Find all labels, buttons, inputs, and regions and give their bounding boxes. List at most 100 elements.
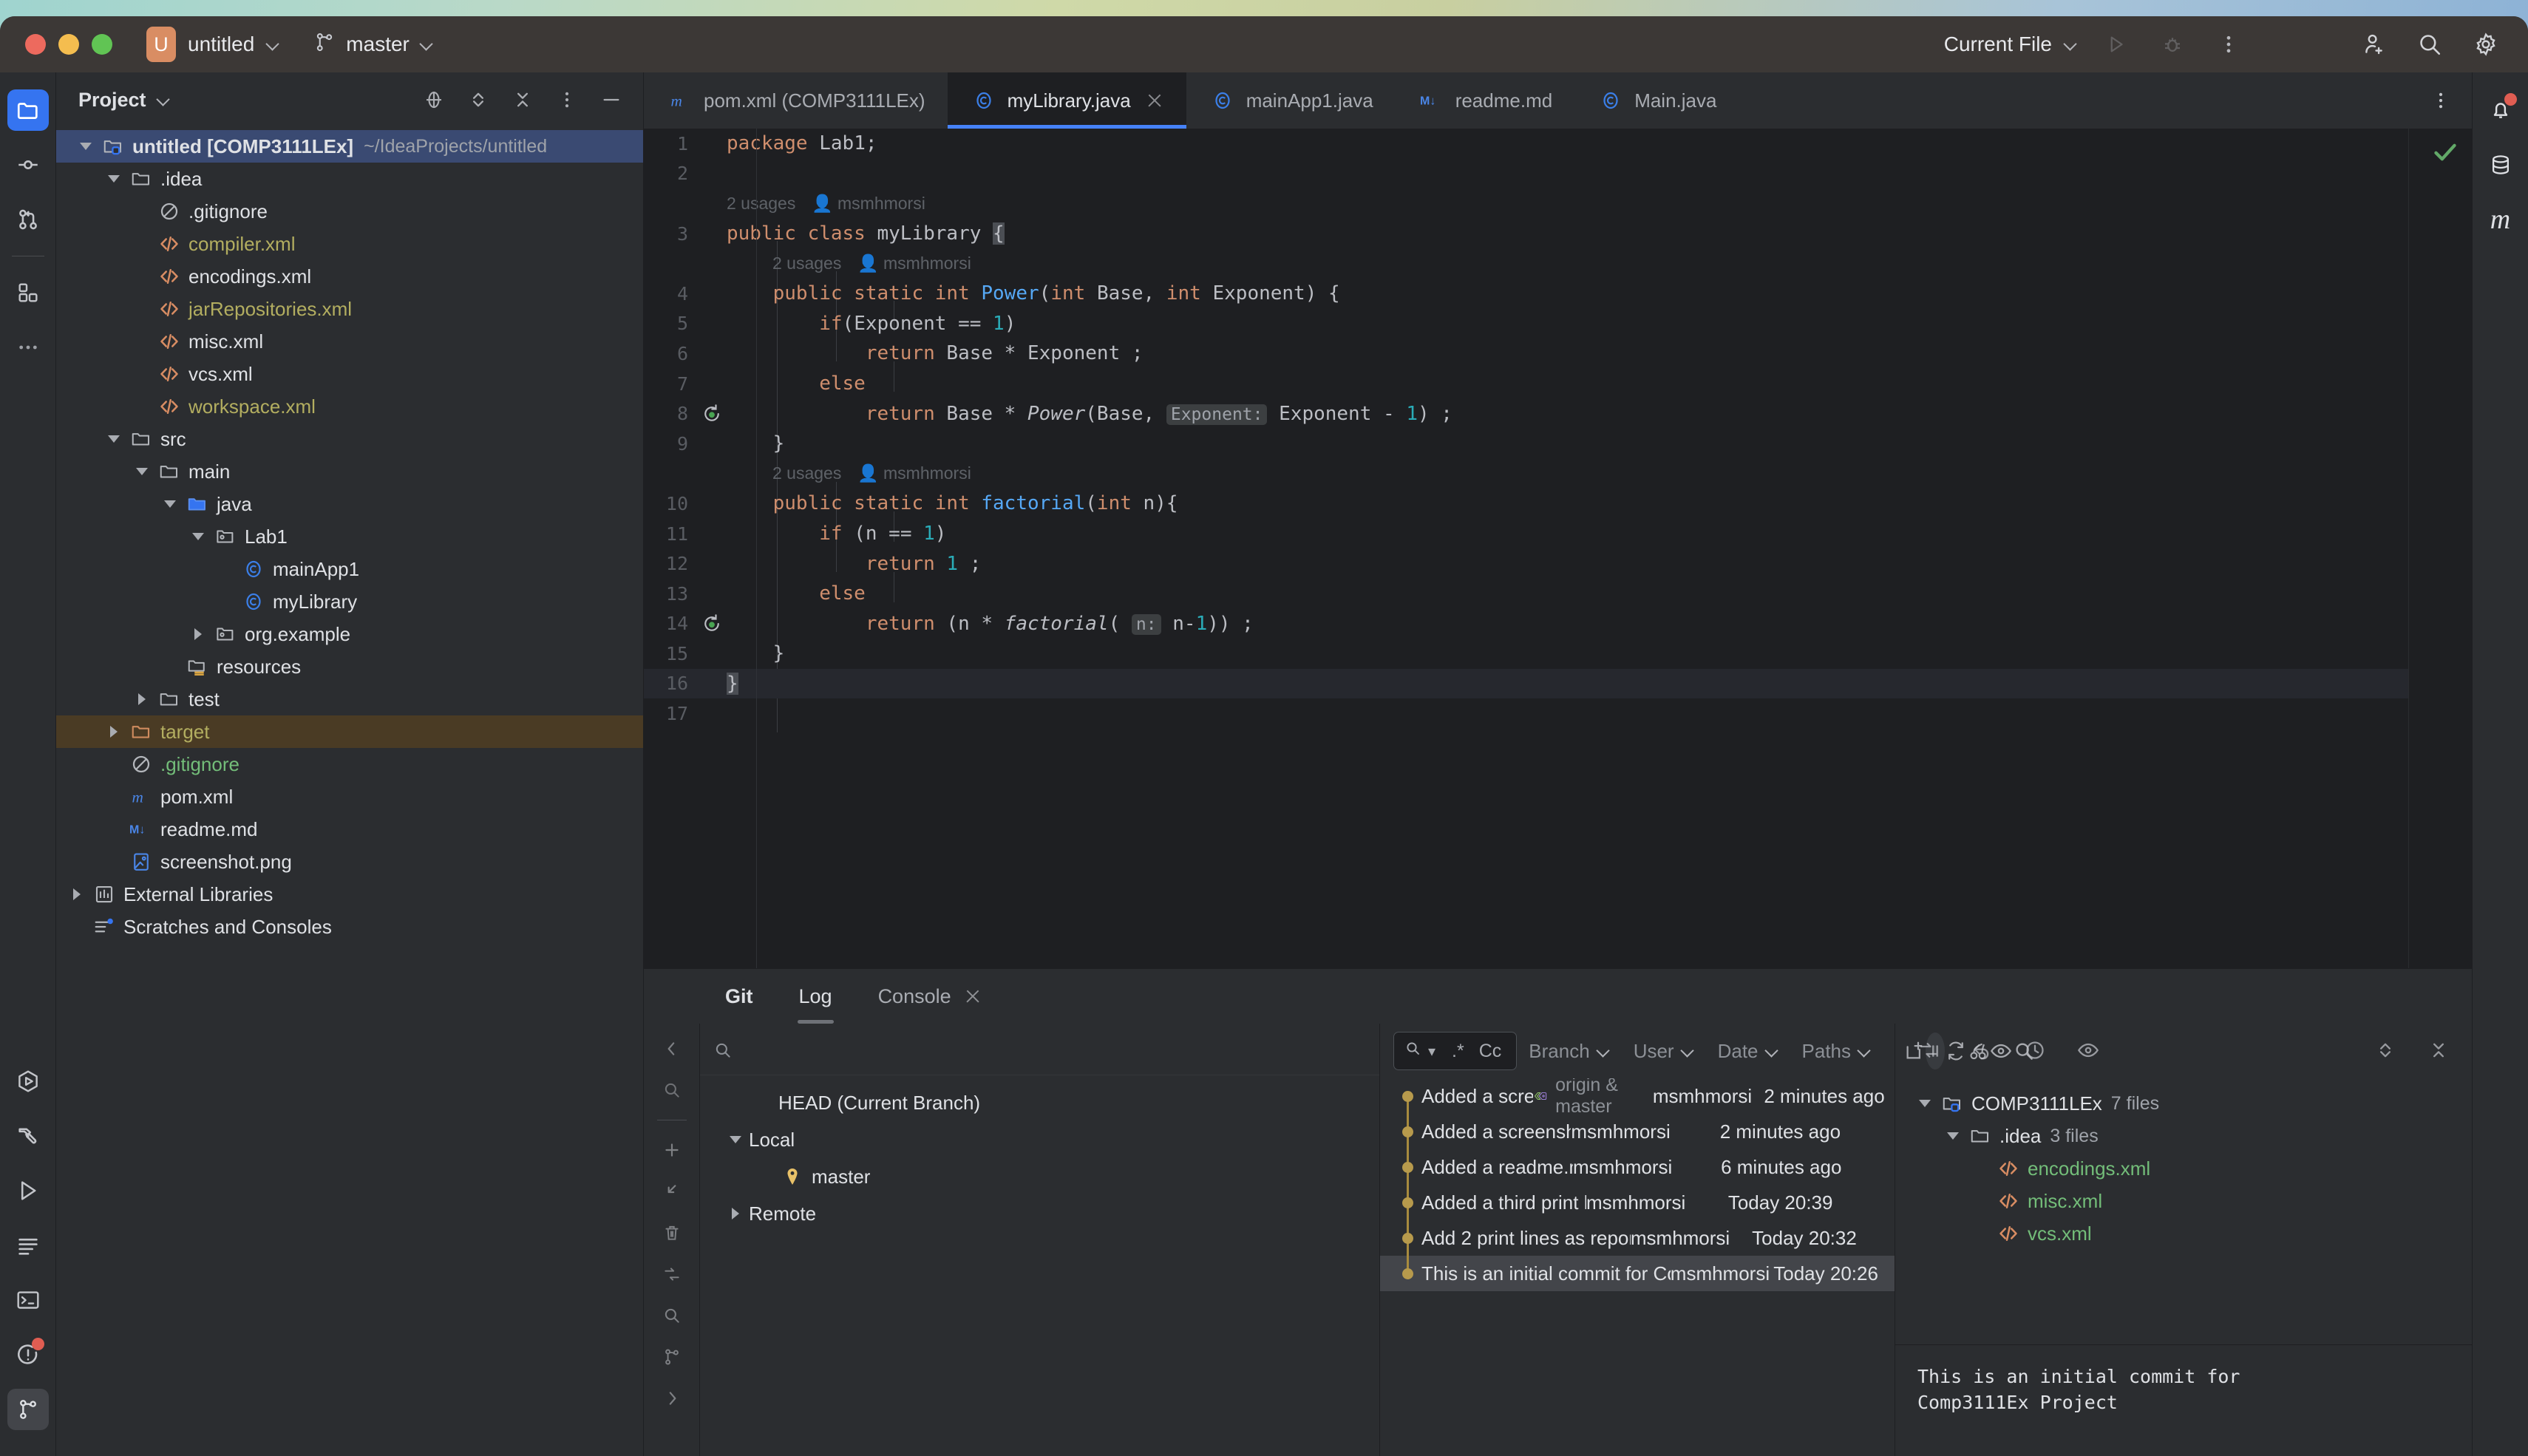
changed-file-row[interactable]: encodings.xml [1895,1152,2472,1185]
sidebar-item-pull-requests[interactable] [7,199,49,240]
log-search-box[interactable]: ▾ .* Cc [1393,1032,1517,1070]
project-selector[interactable]: U untitled [146,27,279,62]
undo-icon[interactable] [1965,1033,1999,1067]
tree-node-workspace-xml[interactable]: workspace.xml [56,390,643,423]
editor-tab-main[interactable]: Main.java [1574,72,1739,129]
editor-tab-mainapp1[interactable]: mainApp1.java [1186,72,1396,129]
tree-node-encodings-xml[interactable]: encodings.xml [56,260,643,293]
commit-row[interactable]: Add 2 print lines as report headingmsmhm… [1380,1220,1895,1256]
git-side-rail[interactable] [644,1024,700,1456]
collapse-all-icon[interactable] [510,87,535,112]
tree-node-jarrepositories-xml[interactable]: jarRepositories.xml [56,293,643,325]
tree-node--gitignore[interactable]: .gitignore [56,195,643,228]
close-tab-icon[interactable] [963,987,982,1006]
run-configuration-selector[interactable]: Current File [1944,33,2077,56]
git-tab-console[interactable]: Console [860,969,1000,1024]
recursion-icon[interactable] [697,613,727,635]
tree-node-mylibrary[interactable]: myLibrary [56,585,643,618]
usages-inlay-hint[interactable]: 2 usages👤msmhmorsi [727,254,971,273]
tree-node-compiler-xml[interactable]: compiler.xml [56,228,643,260]
project-tree[interactable]: untitled [COMP3111LEx]~/IdeaProjects/unt… [56,127,643,1456]
editor-tab-pom[interactable]: mpom.xml (COMP3111LEx) [644,72,948,129]
options-icon[interactable] [554,87,580,112]
log-filter-date[interactable]: Date [1706,1040,1790,1063]
git-branches-panel[interactable]: HEAD (Current Branch)LocalmasterRemote [700,1024,1380,1456]
sidebar-item-build[interactable] [7,1115,49,1157]
window-controls[interactable] [25,34,112,55]
commit-row[interactable]: This is an initial commit for Comp3111Ex… [1380,1256,1895,1291]
sidebar-item-commit[interactable] [7,144,49,186]
tree-node-mainapp1[interactable]: mainApp1 [56,553,643,585]
chevron-down-icon[interactable] [1912,1100,1938,1107]
history-icon[interactable] [2018,1033,2052,1067]
branch-node-remote[interactable]: Remote [700,1195,1379,1232]
database-tool-button[interactable] [2480,144,2521,186]
commit-list[interactable]: Added a screenshotorigin & mastermsmhmor… [1380,1078,1895,1456]
tree-node-lab1[interactable]: Lab1 [56,520,643,553]
changed-file-row[interactable]: vcs.xml [1895,1217,2472,1250]
tree-node-vcs-xml[interactable]: vcs.xml [56,358,643,390]
delete-icon[interactable] [653,1214,691,1252]
changed-file-row[interactable]: misc.xml [1895,1185,2472,1217]
search-everywhere-icon[interactable] [2413,27,2447,61]
commit-row[interactable]: Added a screenshotorigin & mastermsmhmor… [1380,1078,1895,1114]
minimize-window-button[interactable] [58,34,79,55]
sidebar-item-problems[interactable] [7,1334,49,1375]
branch-selector[interactable]: master [313,31,433,58]
chevron-right-icon[interactable] [129,693,155,705]
branch-node-local[interactable]: Local [700,1121,1379,1158]
chevron-down-icon[interactable] [157,93,170,106]
chevron-down-icon[interactable] [129,468,155,475]
tree-node-scratches-and-consoles[interactable]: Scratches and Consoles [56,911,643,943]
chevron-down-icon[interactable] [1940,1132,1966,1140]
commit-row[interactable]: Added a screenshotmsmhmorsi2 minutes ago [1380,1114,1895,1149]
inspection-ok-checkmark-icon[interactable] [2430,137,2460,172]
tree-node-untitled-comp3111lex-[interactable]: untitled [COMP3111LEx]~/IdeaProjects/unt… [56,130,643,163]
sidebar-item-more-tools[interactable] [7,327,49,368]
close-window-button[interactable] [25,34,46,55]
commit-row[interactable]: Added a third print line.msmhmorsiToday … [1380,1185,1895,1220]
git-tabs[interactable]: GitLogConsole [644,969,2472,1024]
tree-node-pom-xml[interactable]: mpom.xml [56,780,643,813]
recursion-icon[interactable] [697,403,727,425]
expand-collapse-icon[interactable] [466,87,491,112]
search-icon[interactable] [653,1296,691,1335]
editor-tab-readme[interactable]: M↓readme.md [1396,72,1575,129]
editor-tabs[interactable]: mpom.xml (COMP3111LEx)myLibrary.javamain… [644,72,2472,129]
changed-file-row[interactable]: COMP3111LEx7 files [1895,1087,2472,1120]
more-actions-button[interactable] [2212,27,2246,61]
close-icon[interactable] [2422,1033,2456,1067]
tree-node-java[interactable]: java [56,488,643,520]
editor-tabs-options-icon[interactable] [2410,72,2472,129]
expand-right-icon[interactable] [653,1379,691,1418]
chevron-down-icon[interactable] [72,143,99,150]
git-tab-log[interactable]: Log [781,969,850,1024]
tree-node-resources[interactable]: resources [56,650,643,683]
chevron-right-icon[interactable] [64,888,90,900]
branch-node-head[interactable]: HEAD (Current Branch) [700,1084,1379,1121]
tree-node-test[interactable]: test [56,683,643,715]
sidebar-item-run[interactable] [7,1170,49,1211]
sidebar-item-git[interactable] [7,1389,49,1430]
sidebar-item-services[interactable] [7,1225,49,1266]
tree-node-main[interactable]: main [56,455,643,488]
tree-node-screenshot-png[interactable]: screenshot.png [56,846,643,878]
search-branches-icon[interactable] [653,1071,691,1109]
sidebar-item-project[interactable] [7,89,49,131]
notifications-button[interactable] [2480,89,2521,131]
commit-row[interactable]: Added a readme.mdmsmhmorsi6 minutes ago [1380,1149,1895,1185]
git-panel-icon[interactable] [653,1338,691,1376]
revert-icon[interactable] [1912,1033,1946,1067]
chevron-down-icon[interactable] [157,500,183,508]
changed-files-tree[interactable]: COMP3111LEx7 files.idea3 filesencodings.… [1895,1077,2472,1345]
chevron-down-icon[interactable] [722,1136,749,1143]
fetch-icon[interactable] [653,1172,691,1211]
settings-gear-icon[interactable] [2469,27,2503,61]
chevron-down-icon[interactable] [101,435,127,443]
sidebar-item-plugins[interactable] [7,272,49,313]
tree-node-external-libraries[interactable]: External Libraries [56,878,643,911]
debug-button[interactable] [2155,27,2189,61]
tree-node-readme-md[interactable]: M↓readme.md [56,813,643,846]
branch-search-icon[interactable] [713,1041,733,1065]
add-icon[interactable] [653,1131,691,1169]
